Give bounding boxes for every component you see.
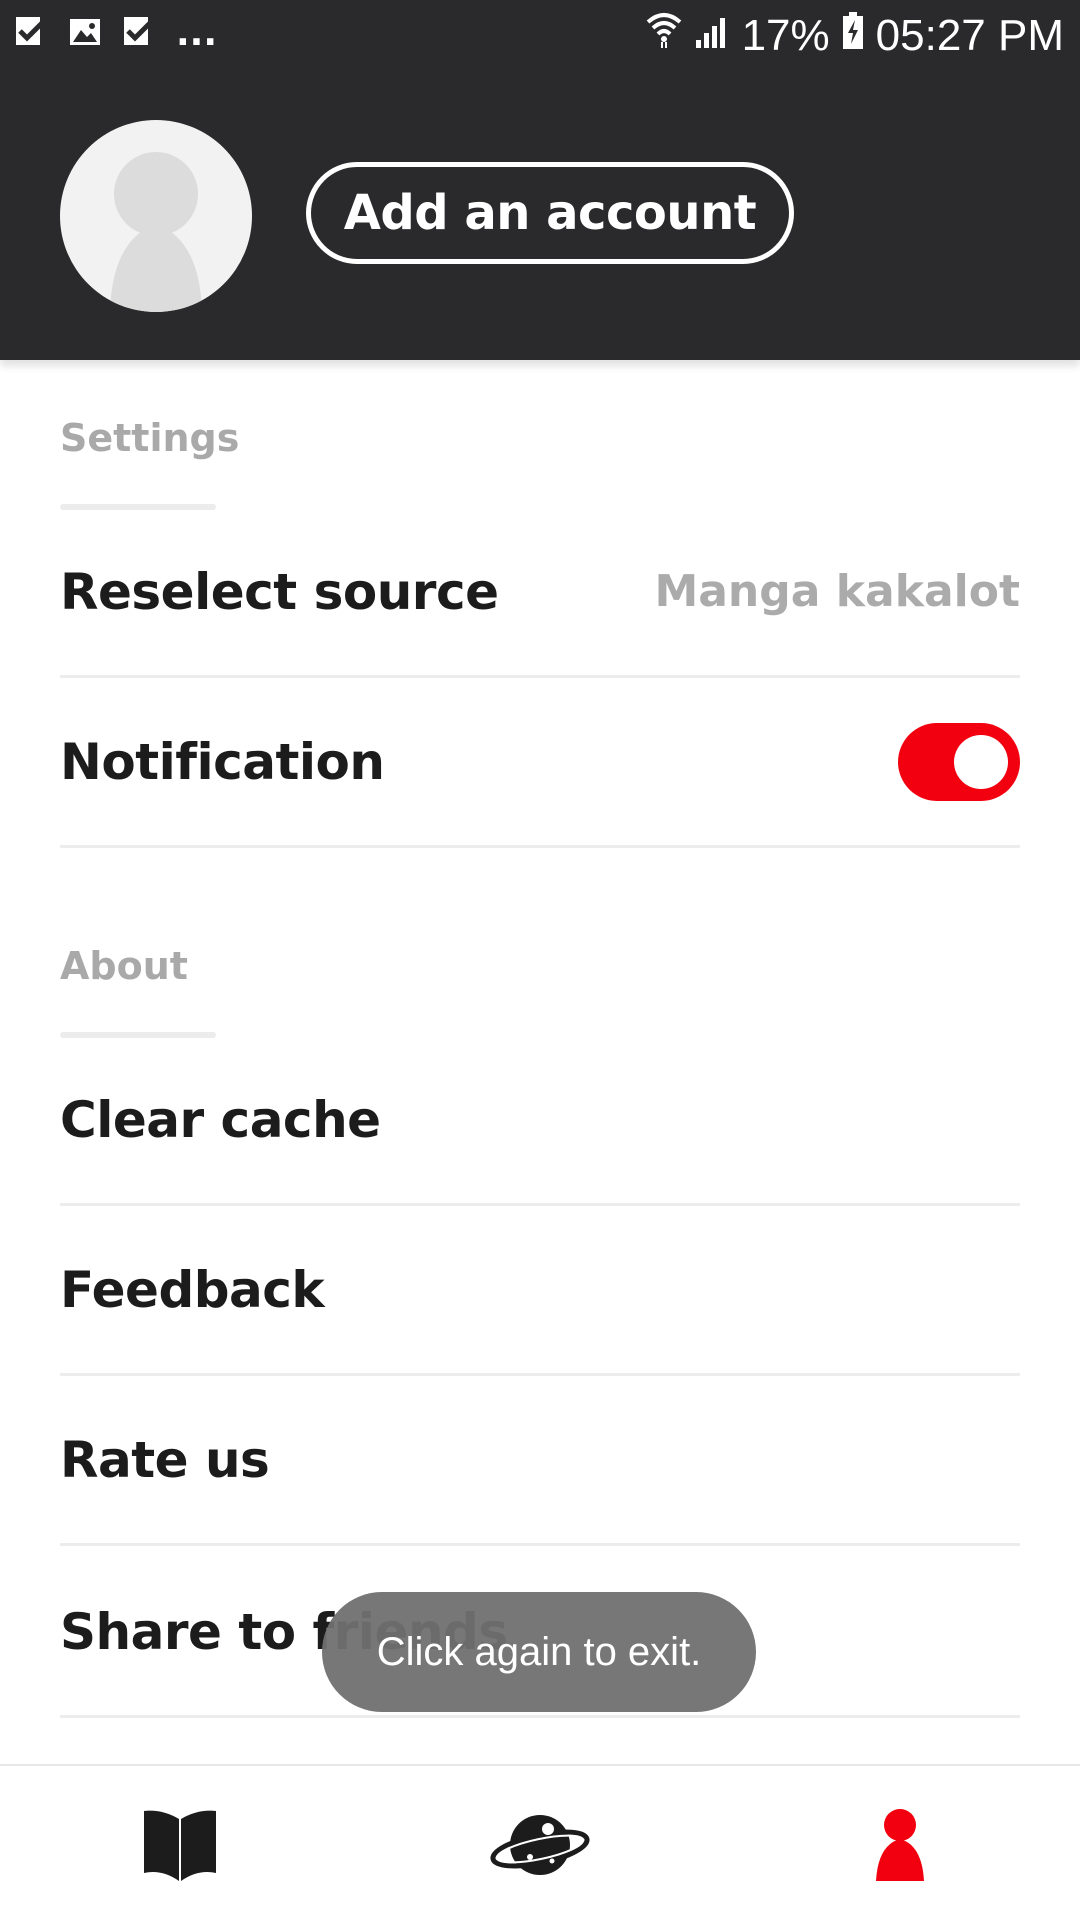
avatar[interactable] (60, 120, 252, 312)
feedback-label: Feedback (60, 1260, 325, 1319)
reselect-source-label: Reselect source (60, 562, 499, 621)
check-notification-icon (122, 15, 156, 53)
nav-discover[interactable] (480, 1802, 600, 1892)
planet-icon (490, 1805, 590, 1889)
about-section-title: About (60, 944, 188, 988)
status-bar-notifications: ... (14, 14, 217, 54)
signal-icon (694, 10, 730, 62)
image-notification-icon (68, 15, 102, 53)
nav-profile[interactable] (840, 1802, 960, 1892)
toggle-knob (954, 734, 1008, 789)
notification-toggle[interactable] (898, 722, 1020, 801)
status-bar: ... 17% 05:27 PM (0, 0, 1080, 72)
notification-label: Notification (60, 732, 385, 791)
check-notification-icon (14, 15, 48, 53)
status-overflow: ... (176, 13, 218, 54)
book-icon (142, 1807, 218, 1887)
status-bar-system: 17% 05:27 PM (646, 10, 1064, 62)
person-icon (872, 1807, 928, 1887)
clear-cache-label: Clear cache (60, 1090, 381, 1149)
rate-us-row[interactable]: Rate us (60, 1376, 1020, 1546)
nav-library[interactable] (120, 1802, 240, 1892)
add-account-button[interactable]: Add an account (306, 162, 794, 264)
exit-toast: Click again to exit. (322, 1592, 756, 1712)
bottom-navigation (0, 1764, 1080, 1920)
clear-cache-row[interactable]: Clear cache (60, 1036, 1020, 1206)
reselect-source-row[interactable]: Reselect source Manga kakalot (60, 508, 1020, 678)
rate-us-label: Rate us (60, 1430, 270, 1489)
wifi-icon (646, 10, 682, 62)
user-placeholder-icon (60, 152, 252, 312)
reselect-source-value: Manga kakalot (654, 566, 1020, 617)
feedback-row[interactable]: Feedback (60, 1206, 1020, 1376)
battery-charging-icon (842, 10, 864, 62)
profile-header: Add an account (0, 72, 1080, 360)
settings-section-title: Settings (60, 416, 240, 460)
notification-row: Notification (60, 678, 1020, 848)
clock: 05:27 PM (875, 11, 1064, 60)
battery-percent: 17% (741, 11, 830, 60)
